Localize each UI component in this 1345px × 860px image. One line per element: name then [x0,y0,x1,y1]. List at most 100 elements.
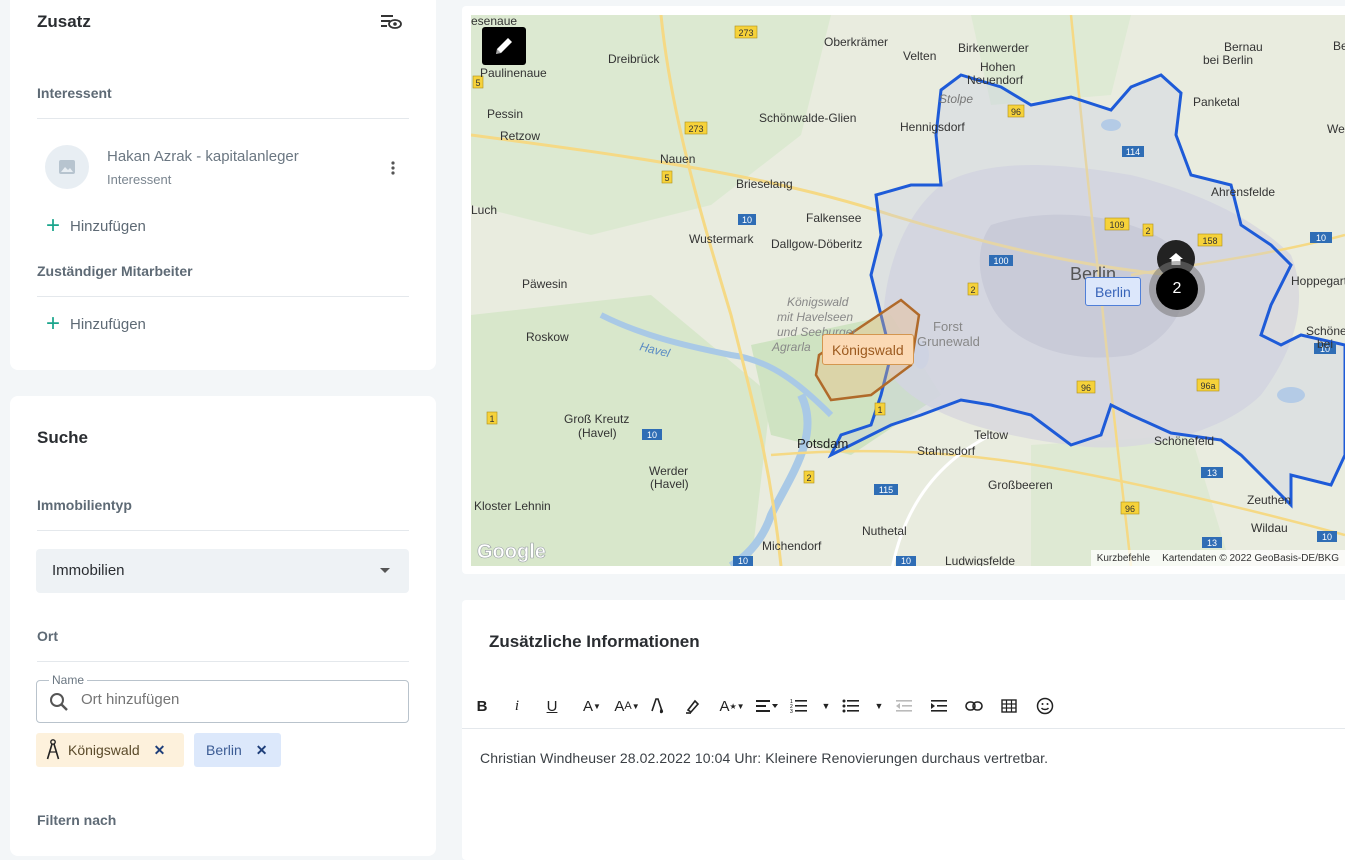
outdent-icon[interactable] [894,696,914,716]
visibility-filter-icon[interactable] [380,12,402,32]
shortcuts-link[interactable]: Kurzbefehle [1097,553,1150,564]
map-label: Roskow [526,330,569,344]
font-family-icon[interactable]: A ▼ [578,696,606,716]
map-label: Neuendorf [967,73,1024,87]
bold-button[interactable]: B [472,696,492,716]
map-label: Oberkrämer [824,35,888,49]
shield-label: 96 [1011,107,1021,117]
map-label: bei Berlin [1203,53,1253,67]
bullet-list-icon[interactable] [841,696,861,716]
immobilientyp-select[interactable]: Immobilien [36,549,409,593]
emoji-icon[interactable] [1035,696,1055,716]
more-options-icon[interactable] [388,158,398,178]
shield-label: 10 [901,556,911,566]
map-label: Großbeeren [988,478,1053,492]
koenigswald-region-marker[interactable]: Königswald [822,334,914,365]
ort-search-input[interactable] [79,690,383,709]
table-icon[interactable] [999,696,1019,716]
shield-label: 13 [1207,538,1217,548]
map-data-credit: Kartendaten © 2022 GeoBasis-DE/BKG [1162,552,1339,564]
map-label: Groß Kreutz [564,412,629,426]
road-shield: 2 [1142,223,1154,237]
shield-label: 273 [688,124,703,134]
remove-chip-button[interactable]: ✕ [154,742,166,759]
map-attribution: Kurzbefehle Kartendaten © 2022 GeoBasis-… [1090,550,1345,566]
divider [37,661,409,662]
shield-label: 96a [1200,381,1215,391]
google-logo: Google [477,541,546,563]
road-shield: 10 [1317,531,1337,542]
immobilientyp-label: Immobilientyp [37,497,132,513]
remove-chip-button[interactable]: ✕ [256,742,268,759]
link-icon[interactable] [964,696,984,716]
map-label: Potsdam [797,436,848,451]
add-interessent-button[interactable]: + Hinzufügen [46,214,146,238]
shield-label: 1 [877,405,882,415]
highlight-icon[interactable] [683,696,703,716]
chip-berlin: Berlin ✕ [194,733,281,767]
ordered-list-icon[interactable]: 123 [789,696,809,716]
bullet-list-dropdown-icon[interactable]: ▼ [873,696,885,716]
name-field-label: Name [49,674,88,687]
shield-label: 2 [806,473,811,483]
map-label: Nauen [660,152,695,166]
shield-label: 10 [1316,233,1326,243]
align-icon[interactable] [753,696,781,716]
road-shield: 273 [734,25,758,39]
map-label: Dallgow-Döberitz [771,237,862,251]
add-label: Hinzufügen [70,315,146,333]
cluster-marker[interactable]: 2 [1149,261,1205,317]
map-label: Teltow [974,428,1008,442]
underline-button[interactable]: U [542,696,562,716]
add-label: Hinzufügen [70,217,146,235]
road-shield: 96 [1007,104,1025,118]
road-shield: 10 [642,429,662,440]
map-label: Brieselang [736,177,793,191]
map-label: Grunewald [917,334,980,349]
road-shield: 96 [1120,501,1140,515]
road-shield: 2 [803,470,815,484]
map-label: Panketal [1193,95,1240,109]
road-shield: 1 [486,411,498,425]
chip-label: Berlin [206,742,242,758]
map-view[interactable]: 273 96 273 5 5 10 114 109 2 158 10 100 1… [471,15,1345,566]
font-size-icon[interactable]: A A ▼ [612,696,642,716]
suche-card [10,396,436,856]
road-shield: 96a [1196,378,1220,392]
italic-button[interactable]: i [507,696,527,716]
cluster-count: 2 [1172,280,1182,297]
shield-label: 273 [738,28,753,38]
map-label: mit Havelseen [777,310,853,324]
editor-content[interactable]: Christian Windheuser 28.02.2022 10:04 Uh… [480,750,1048,766]
divider [37,118,409,119]
indent-icon[interactable] [929,696,949,716]
road-shield: 109 [1104,217,1130,231]
edit-map-button[interactable] [482,27,526,65]
shield-label: 96 [1125,504,1135,514]
road-shield: 5 [661,170,673,184]
map-label: Forst [933,319,963,334]
text-style-icon[interactable]: A ★▼ [718,696,746,716]
shield-label: 96 [1081,383,1091,393]
shield-label: 5 [664,173,669,183]
contact-name[interactable]: Hakan Azrak - kapitalanleger [107,148,299,165]
ordered-list-dropdown-icon[interactable]: ▼ [820,696,832,716]
map-label: Pessin [487,107,523,121]
divider [37,296,409,297]
toolbar-divider [462,728,1345,729]
compass-icon [46,739,60,760]
road-shield: 1 [874,402,886,416]
shield-label: 10 [738,556,748,566]
interessent-label: Interessent [37,85,112,101]
chip-label: Königswald [68,742,140,758]
berlin-region-marker[interactable]: Berlin [1085,277,1141,306]
map-label: Werder [649,464,688,478]
shield-label: 2 [1145,226,1150,236]
ort-label: Ort [37,628,58,644]
map-label: Päwesin [522,277,567,291]
map-label: Agrarla [771,340,811,354]
add-mitarbeiter-button[interactable]: + Hinzufügen [46,312,146,336]
text-color-icon[interactable] [648,696,668,716]
map-label: bei [1317,337,1333,351]
ort-search-field[interactable]: Name [36,674,409,723]
